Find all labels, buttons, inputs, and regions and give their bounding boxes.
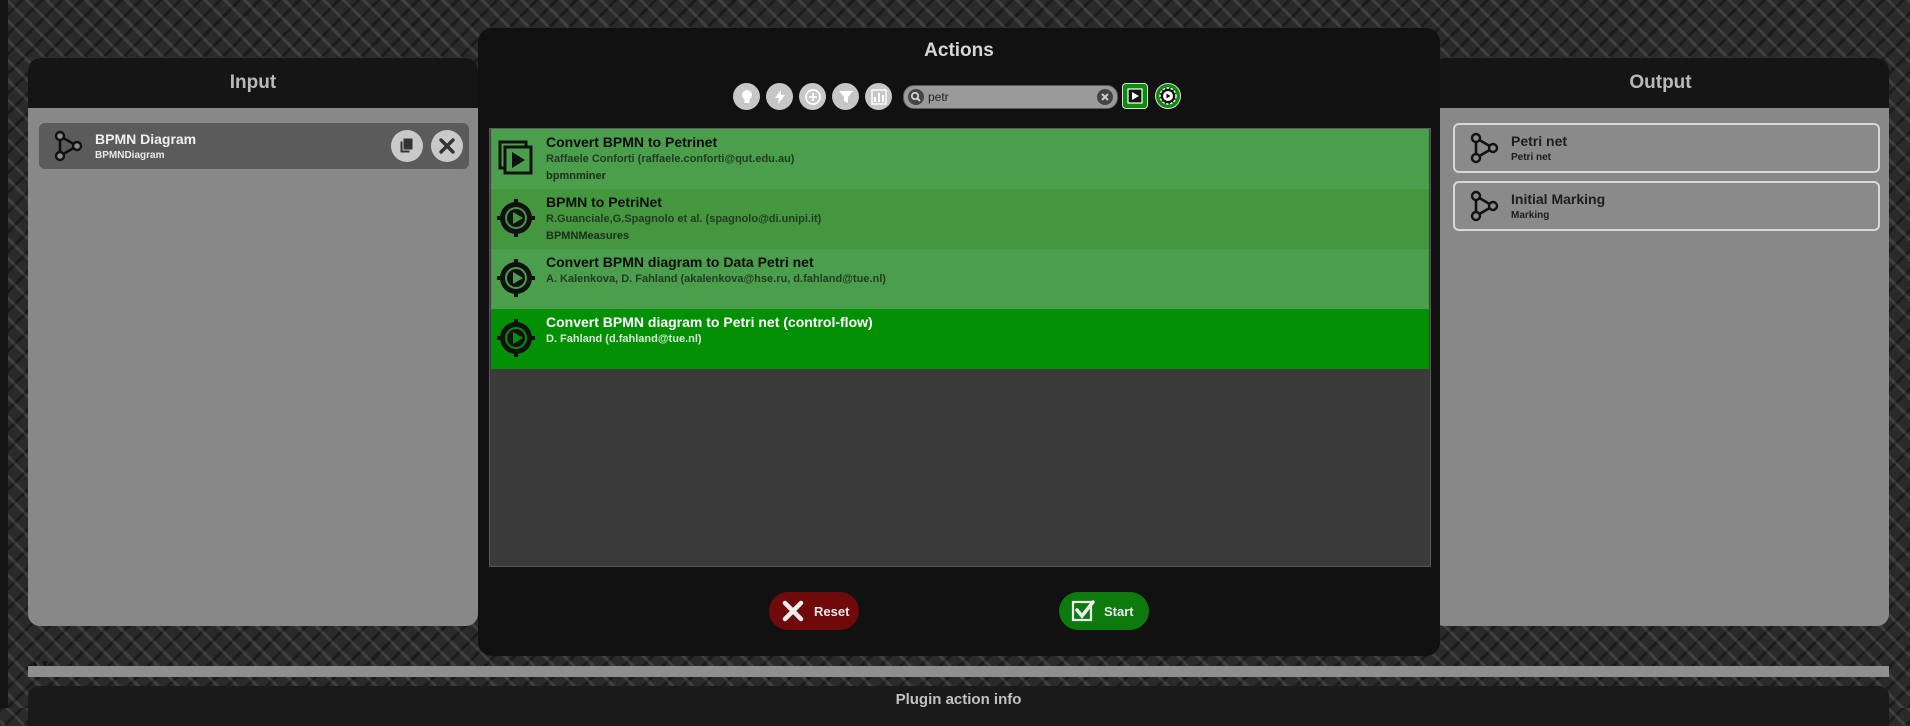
graph-node-icon bbox=[1470, 132, 1499, 164]
clear-search-icon[interactable] bbox=[1096, 88, 1114, 106]
action-title: BPMN to PetriNet bbox=[546, 194, 662, 210]
reset-label: Reset bbox=[814, 603, 850, 619]
x-icon bbox=[782, 600, 804, 622]
checkbox-checked-icon bbox=[1071, 600, 1095, 622]
action-item[interactable]: Convert BPMN diagram to Data Petri net A… bbox=[491, 249, 1429, 309]
input-panel: Input BPMN Diagram BPMNDiagram bbox=[28, 58, 478, 626]
output-item-title: Initial Marking bbox=[1511, 191, 1606, 207]
lightbulb-filter-button[interactable] bbox=[733, 83, 760, 110]
left-edge-strip bbox=[0, 0, 8, 708]
start-button[interactable]: Start bbox=[1059, 592, 1149, 630]
search-icon bbox=[908, 89, 924, 105]
action-title: Convert BPMN diagram to Data Petri net bbox=[546, 254, 814, 270]
action-package: BPMNMeasures bbox=[546, 230, 630, 242]
copy-icon bbox=[399, 137, 414, 154]
action-item[interactable]: BPMN to PetriNet R.Guanciale,G.Spagnolo … bbox=[491, 189, 1429, 249]
output-item-type: Marking bbox=[1511, 210, 1550, 221]
input-item-bpmn-diagram[interactable]: BPMN Diagram BPMNDiagram bbox=[39, 123, 469, 169]
lightning-filter-button[interactable] bbox=[766, 83, 793, 110]
input-item-type: BPMNDiagram bbox=[95, 150, 165, 161]
action-package: bpmnminer bbox=[546, 170, 606, 182]
gear-play-icon bbox=[497, 319, 535, 357]
actions-dialog: Actions petr Convert BPMN to Petrinet Ra… bbox=[478, 28, 1440, 656]
action-list: Convert BPMN to Petrinet Raffaele Confor… bbox=[489, 128, 1431, 567]
graph-node-icon bbox=[54, 130, 83, 162]
lightning-icon bbox=[774, 89, 785, 104]
action-author: A. Kalenkova, D. Fahland (akalenkova@hse… bbox=[546, 273, 886, 285]
action-title: Convert BPMN diagram to Petri net (contr… bbox=[546, 314, 873, 330]
output-item-title: Petri net bbox=[1511, 133, 1568, 149]
output-item-initial-marking[interactable]: Initial Marking Marking bbox=[1453, 181, 1880, 231]
show-plugins-button[interactable] bbox=[1155, 83, 1181, 109]
gear-play-icon bbox=[1159, 87, 1177, 105]
splitter-bar[interactable] bbox=[28, 666, 1889, 677]
start-label: Start bbox=[1104, 603, 1134, 619]
remove-input-button[interactable] bbox=[431, 130, 463, 162]
plus-circle-icon bbox=[804, 88, 821, 105]
chart-filter-button[interactable] bbox=[865, 83, 892, 110]
action-title: Convert BPMN to Petrinet bbox=[546, 134, 718, 150]
funnel-icon bbox=[838, 90, 853, 103]
plugin-info-panel: Plugin action info bbox=[28, 686, 1889, 726]
lightbulb-icon bbox=[741, 89, 752, 103]
gear-play-icon bbox=[497, 199, 535, 237]
output-panel-title: Output bbox=[1432, 58, 1889, 108]
gear-play-icon bbox=[497, 259, 535, 297]
action-author: Raffaele Conforti (raffaele.conforti@qut… bbox=[546, 153, 795, 165]
show-visualizers-button[interactable] bbox=[1122, 83, 1148, 109]
plugin-info-title: Plugin action info bbox=[895, 691, 1022, 708]
funnel-filter-button[interactable] bbox=[832, 83, 859, 110]
action-item[interactable]: Convert BPMN to Petrinet Raffaele Confor… bbox=[491, 129, 1429, 189]
reset-button[interactable]: Reset bbox=[769, 592, 859, 630]
close-icon bbox=[439, 138, 455, 154]
play-box-icon bbox=[498, 140, 533, 175]
actions-title: Actions bbox=[924, 40, 994, 61]
output-item-petri-net[interactable]: Petri net Petri net bbox=[1453, 123, 1880, 173]
play-box-icon bbox=[1127, 88, 1143, 104]
input-panel-title: Input bbox=[28, 58, 478, 108]
action-item-selected[interactable]: Convert BPMN diagram to Petri net (contr… bbox=[491, 309, 1429, 369]
add-filter-button[interactable] bbox=[799, 83, 826, 110]
action-author: R.Guanciale,G.Spagnolo et al. (spagnolo@… bbox=[546, 213, 822, 225]
action-author: D. Fahland (d.fahland@tue.nl) bbox=[546, 333, 702, 345]
graph-node-icon bbox=[1470, 190, 1499, 222]
copy-button[interactable] bbox=[391, 130, 423, 162]
output-item-type: Petri net bbox=[1511, 152, 1552, 163]
output-panel: Output Petri net Petri net Initial Marki… bbox=[1432, 58, 1889, 626]
input-item-title: BPMN Diagram bbox=[95, 131, 197, 147]
search-box[interactable] bbox=[903, 85, 1118, 109]
bar-chart-icon bbox=[870, 88, 887, 105]
search-input[interactable] bbox=[928, 88, 1088, 106]
